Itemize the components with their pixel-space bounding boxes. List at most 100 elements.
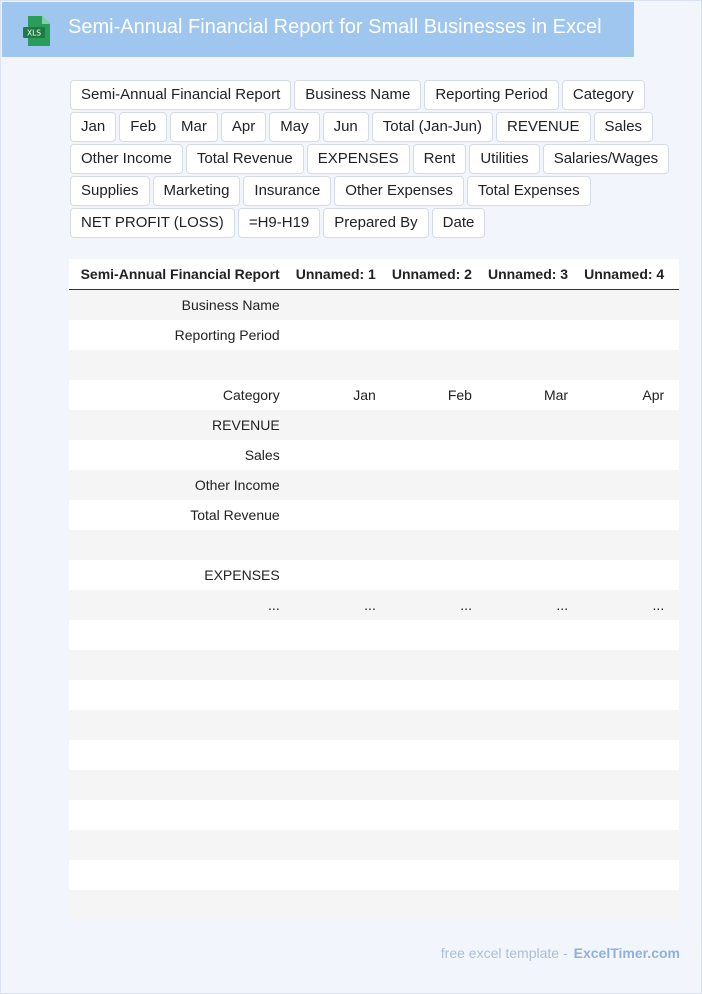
header-chip[interactable]: Rent (412, 144, 467, 174)
table-row: 32 (69, 890, 679, 920)
table-cell (72, 650, 288, 680)
title-banner: XLS Semi-Annual Financial Report for Sma… (2, 2, 634, 57)
table-cell (672, 860, 679, 890)
table-cell (576, 830, 673, 860)
table-cell (672, 800, 679, 830)
table-cell (72, 530, 288, 560)
table-cell (383, 410, 480, 440)
header-chip[interactable]: Prepared By (323, 208, 429, 238)
table-row: 30 (69, 830, 679, 860)
table-cell (479, 740, 577, 770)
header-chip[interactable]: Total (Jan-Jun) (371, 112, 493, 142)
table-cell (672, 740, 679, 770)
table-cell: EXPENSES (72, 560, 288, 590)
excel-file-icon: XLS (23, 16, 50, 46)
header-chip[interactable]: Reporting Period (424, 80, 559, 110)
sheet-preview: Semi-Annual Financial Report Unnamed: 1 Un… (69, 259, 679, 920)
table-cell (479, 830, 577, 860)
header-chip[interactable]: EXPENSES (306, 144, 410, 174)
header-chip[interactable]: Jun (322, 112, 369, 142)
header-chip[interactable]: Utilities (469, 144, 540, 174)
header-chip[interactable]: Business Name (294, 80, 422, 110)
header-chip[interactable]: Other Income (70, 144, 183, 174)
table-cell: Mar (479, 380, 577, 410)
table-cell: Sales (72, 440, 288, 470)
header-chip[interactable]: REVENUE (495, 112, 591, 142)
header-chip[interactable]: Semi-Annual Financial Report (70, 80, 292, 110)
column-header: Semi-Annual Financial Report (72, 259, 288, 290)
header-chip[interactable]: Jan (70, 112, 117, 142)
table-row: 2 (69, 350, 679, 380)
table-cell (287, 680, 384, 710)
table-cell (672, 620, 679, 650)
header-chip[interactable]: Feb (119, 112, 168, 142)
header-chip[interactable]: Date (431, 208, 486, 238)
table-cell: Other Income (72, 470, 288, 500)
footer-text: free excel template - (440, 945, 568, 961)
table-row: 7Total Revenue (69, 500, 679, 530)
table-cell: Reporting Period (72, 320, 288, 350)
header-chip[interactable]: NET PROFIT (LOSS) (70, 208, 235, 238)
table-cell (576, 770, 673, 800)
table-cell (576, 890, 673, 920)
table-cell (672, 350, 679, 380)
table-cell (672, 289, 679, 320)
table-cell (479, 410, 577, 440)
table-cell (287, 320, 384, 350)
table-cell (576, 620, 673, 650)
table-cell (287, 830, 384, 860)
table-cell (576, 710, 673, 740)
table-row: 29 (69, 800, 679, 830)
table-cell (72, 800, 288, 830)
header-chip[interactable]: Sales (593, 112, 654, 142)
table-cell (72, 350, 288, 380)
table-row: ..................... (69, 590, 679, 620)
header-chip[interactable]: Category (561, 80, 645, 110)
table-cell (672, 560, 679, 590)
header-chip[interactable]: Total Revenue (185, 144, 304, 174)
table-cell: Total Revenue (72, 500, 288, 530)
table-cell (479, 440, 577, 470)
table-cell (672, 680, 679, 710)
footer-brand-link[interactable]: ExcelTimer.com (574, 945, 680, 961)
header-chip[interactable]: May (269, 112, 320, 142)
header-chip[interactable]: Other Expenses (334, 176, 464, 206)
svg-text:XLS: XLS (27, 29, 41, 38)
table-cell (383, 530, 480, 560)
column-header: Unnamed: 3 (479, 259, 577, 290)
table-cell (287, 530, 384, 560)
table-cell (287, 289, 384, 320)
header-chip[interactable]: =H9-H19 (237, 208, 321, 238)
table-cell (576, 410, 673, 440)
header-chip[interactable]: Salaries/Wages (542, 144, 670, 174)
table-row: 26 (69, 710, 679, 740)
header-chip[interactable]: Total Expenses (466, 176, 591, 206)
table-cell (576, 320, 673, 350)
table-cell (287, 740, 384, 770)
table-cell (287, 350, 384, 380)
table-cell (383, 830, 480, 860)
table-row: 5Sales (69, 440, 679, 470)
table-cell (672, 830, 679, 860)
table-cell (672, 770, 679, 800)
header-chip[interactable]: Mar (170, 112, 218, 142)
table-row: 25 (69, 680, 679, 710)
table-row: 1Reporting Period (69, 320, 679, 350)
table-cell: ... (287, 590, 384, 620)
table-cell (479, 500, 577, 530)
header-chip[interactable]: Marketing (152, 176, 241, 206)
table-cell (479, 710, 577, 740)
header-chip[interactable]: Supplies (70, 176, 150, 206)
table-cell: ... (479, 590, 577, 620)
table-cell (576, 350, 673, 380)
header-chip[interactable]: Insurance (243, 176, 332, 206)
table-cell (479, 620, 577, 650)
table-cell (576, 650, 673, 680)
table-cell: Jan (287, 380, 384, 410)
header-chip[interactable]: Apr (220, 112, 267, 142)
table-cell (72, 620, 288, 650)
page-title: Semi-Annual Financial Report for Small B… (68, 16, 602, 38)
table-cell (479, 680, 577, 710)
table-cell (287, 560, 384, 590)
table-cell (672, 440, 679, 470)
